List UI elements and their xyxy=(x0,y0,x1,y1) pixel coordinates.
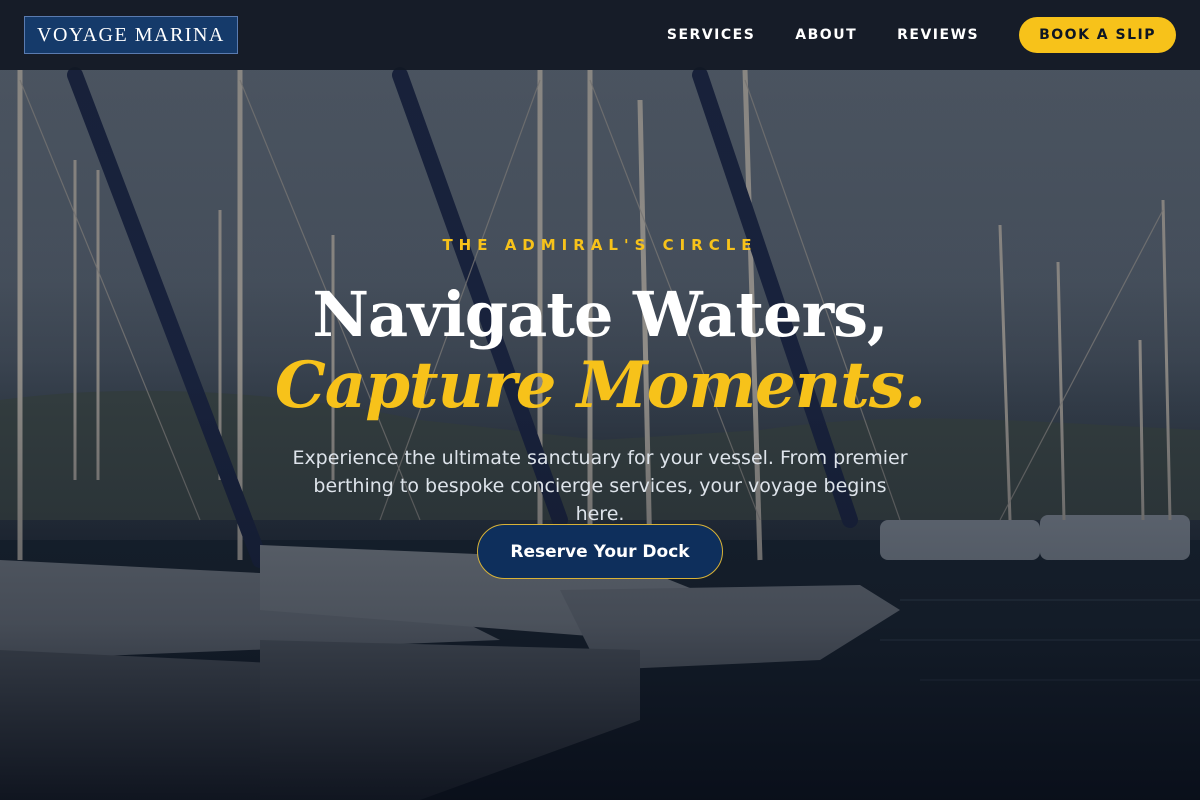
hero-headline-line2: Capture Moments. xyxy=(274,348,926,423)
hero-subtext: Experience the ultimate sanctuary for yo… xyxy=(292,447,908,525)
book-slip-button[interactable]: BOOK A SLIP xyxy=(1019,17,1176,53)
nav-link-services[interactable]: SERVICES xyxy=(667,27,755,43)
reserve-dock-button[interactable]: Reserve Your Dock xyxy=(477,524,723,579)
hero-headline-line1: Navigate Waters, xyxy=(312,278,888,351)
top-nav: VOYAGE MARINA SERVICES ABOUT REVIEWS BOO… xyxy=(0,0,1200,70)
hero-eyebrow: THE ADMIRAL'S CIRCLE xyxy=(442,236,758,254)
brand-logo[interactable]: VOYAGE MARINA xyxy=(24,16,238,54)
nav-link-about[interactable]: ABOUT xyxy=(795,27,857,43)
nav-link-reviews[interactable]: REVIEWS xyxy=(897,27,979,43)
nav-menu: SERVICES ABOUT REVIEWS xyxy=(667,27,979,43)
